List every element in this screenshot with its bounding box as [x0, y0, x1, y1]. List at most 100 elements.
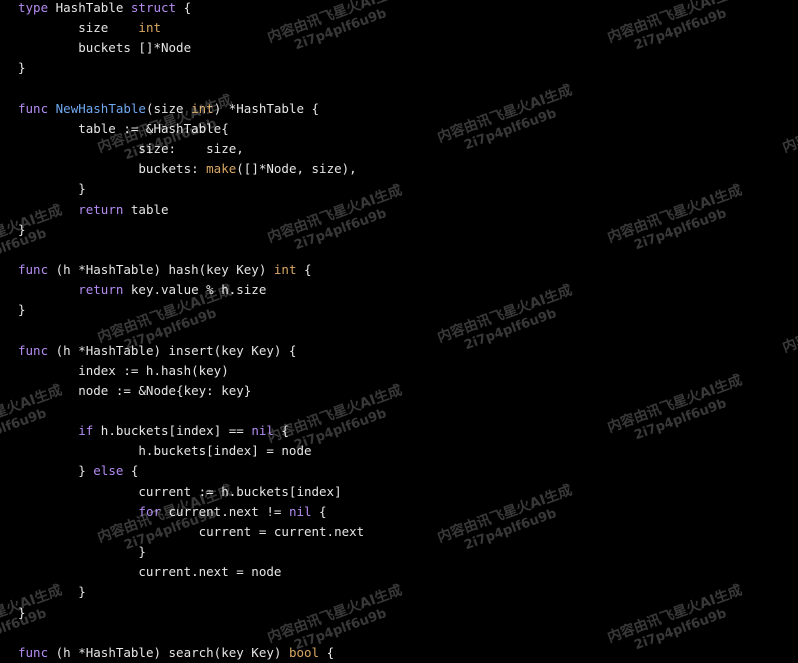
- code-token-plain: {: [123, 463, 139, 479]
- code-token-plain: {: [296, 261, 312, 277]
- code-line: return key.value % h.size: [18, 280, 266, 300]
- code-line: func (h *HashTable) search(key Key) bool…: [18, 643, 334, 663]
- watermark-code: 2i7p4plf6u9b: [786, 108, 798, 172]
- code-line: for current.next != nil {: [18, 502, 327, 522]
- watermark-text: 内容由讯飞星火AI生成: [435, 282, 575, 346]
- watermark-text: 内容由讯飞星火AI生成: [265, 182, 405, 246]
- watermark-code: 2i7p4plf6u9b: [786, 308, 798, 372]
- code-line: return table: [18, 200, 169, 220]
- code-token-kw: func: [18, 100, 49, 116]
- code-token-type: make: [206, 161, 237, 177]
- code-line: func (h *HashTable) insert(key Key) {: [18, 341, 296, 361]
- code-line: current = current.next: [18, 522, 365, 542]
- code-token-plain: }: [18, 544, 146, 560]
- code-token-plain: size: [18, 20, 139, 36]
- watermark-text: 内容由讯飞星火AI生成: [265, 582, 405, 646]
- watermark-text: 内容由讯飞星火AI生成: [780, 92, 798, 156]
- watermark-text: 内容由讯飞星火AI生成: [780, 292, 798, 356]
- code-line: current := h.buckets[index]: [18, 482, 342, 502]
- watermark-text: 内容由讯飞星火AI生成: [265, 0, 405, 46]
- code-token-plain: current.next !=: [161, 503, 289, 519]
- code-line: table := &HashTable{: [18, 119, 229, 139]
- code-token-plain: buckets []*Node: [18, 40, 192, 56]
- watermark: 内容由讯飞星火AI生成2i7p4plf6u9b: [435, 281, 580, 362]
- watermark-code: 2i7p4plf6u9b: [632, 206, 729, 254]
- watermark: 内容由讯飞星火AI生成2i7p4plf6u9b: [435, 81, 580, 162]
- code-token-type: int: [191, 100, 214, 116]
- watermark-code: 2i7p4plf6u9b: [462, 106, 559, 154]
- code-token-kw: func: [18, 342, 49, 358]
- code-token-kw: type: [18, 0, 49, 15]
- watermark: 内容由讯飞星火AI生成2i7p4plf6u9b: [780, 291, 798, 372]
- code-token-plain: {: [311, 503, 327, 519]
- code-token-kw: return: [78, 201, 124, 217]
- code-line: func (h *HashTable) hash(key Key) int {: [18, 260, 312, 280]
- code-token-kw: else: [93, 463, 124, 479]
- code-token-plain: }: [18, 302, 26, 318]
- code-line: }: [18, 58, 26, 78]
- code-token-plain: {: [273, 423, 289, 439]
- watermark-code: 2i7p4plf6u9b: [632, 606, 729, 654]
- code-token-plain: buckets:: [18, 161, 207, 177]
- watermark-code: 2i7p4plf6u9b: [292, 206, 389, 254]
- code-token-plain: }: [18, 584, 86, 600]
- code-token-fn: NewHashTable: [55, 100, 146, 116]
- code-line: }: [18, 220, 26, 240]
- code-line: buckets []*Node: [18, 38, 191, 58]
- code-token-kw: struct: [130, 0, 177, 15]
- code-token-type: bool: [288, 644, 320, 660]
- watermark-code: 2i7p4plf6u9b: [632, 6, 729, 54]
- code-token-plain: h.buckets[index] = node: [18, 443, 312, 459]
- watermark: 内容由讯飞星火AI生成2i7p4plf6u9b: [780, 91, 798, 172]
- code-token-plain: table := &HashTable{: [18, 120, 229, 136]
- code-line: type HashTable struct {: [18, 0, 191, 18]
- watermark: 内容由讯飞星火AI生成2i7p4plf6u9b: [605, 0, 750, 62]
- watermark-text: 内容由讯飞星火AI生成: [605, 0, 745, 46]
- code-token-kw: func: [18, 261, 49, 277]
- code-token-plain: (h *HashTable) search(key Key): [48, 644, 289, 660]
- code-token-kw: return: [78, 282, 124, 298]
- watermark-text: 内容由讯飞星火AI生成: [435, 82, 575, 146]
- code-token-plain: table: [123, 201, 169, 217]
- watermark-text: 内容由讯飞星火AI生成: [605, 372, 745, 436]
- code-token-plain: }: [18, 60, 26, 76]
- code-token-kw: if: [78, 423, 94, 439]
- watermark-code: 2i7p4plf6u9b: [292, 6, 389, 54]
- watermark: 内容由讯飞星火AI生成2i7p4plf6u9b: [605, 581, 750, 662]
- code-token-plain: }: [18, 604, 26, 620]
- code-token-plain: {: [176, 0, 192, 15]
- code-line: }: [18, 603, 26, 623]
- code-line: index := h.hash(key): [18, 361, 229, 381]
- code-token-plain: }: [18, 221, 26, 237]
- code-token-kw: nil: [251, 423, 274, 439]
- code-token-plain: node := &Node{key: key}: [18, 382, 252, 398]
- code-line: size int: [18, 18, 161, 38]
- code-token-plain: current.next = node: [18, 564, 282, 580]
- watermark-text: 内容由讯飞星火AI生成: [605, 182, 745, 246]
- code-editor[interactable]: type HashTable struct { size int buckets…: [0, 0, 798, 663]
- watermark-code: 2i7p4plf6u9b: [462, 506, 559, 554]
- watermark-code: 2i7p4plf6u9b: [632, 396, 729, 444]
- code-token-type: int: [273, 261, 297, 277]
- code-token-plain: index := h.hash(key): [18, 362, 229, 378]
- code-token-plain: size: size,: [18, 141, 244, 157]
- code-line: }: [18, 300, 26, 320]
- code-token-plain: ([]*Node, size),: [236, 161, 357, 177]
- code-line: } else {: [18, 461, 138, 481]
- code-line: node := &Node{key: key}: [18, 381, 251, 401]
- code-token-plain: current = current.next: [18, 523, 365, 539]
- code-line: h.buckets[index] = node: [18, 441, 312, 461]
- code-token-plain: current := h.buckets[index]: [18, 483, 342, 499]
- code-token-plain: }: [18, 181, 86, 197]
- code-line: if h.buckets[index] == nil {: [18, 421, 289, 441]
- watermark-text: 内容由讯飞星火AI生成: [605, 582, 745, 646]
- code-line: }: [18, 582, 86, 602]
- code-token-plain: h.buckets[index] ==: [93, 423, 252, 439]
- code-line: buckets: make([]*Node, size),: [18, 159, 357, 179]
- code-token-kw: nil: [288, 503, 312, 519]
- code-line: }: [18, 542, 146, 562]
